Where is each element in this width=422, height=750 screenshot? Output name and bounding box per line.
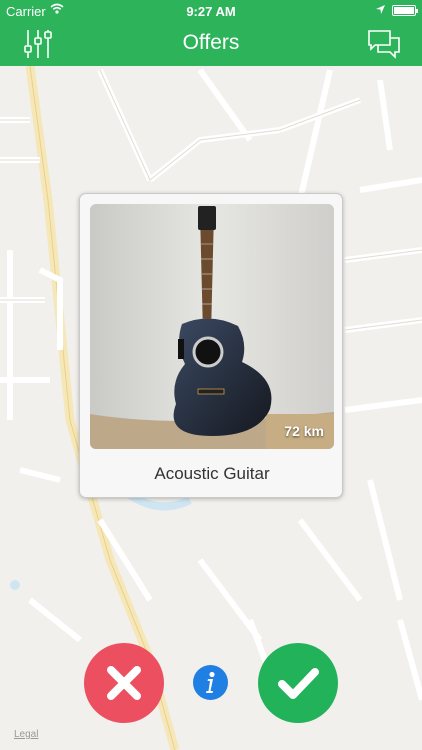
distance-badge: 72 km bbox=[284, 423, 324, 439]
guitar-photo bbox=[90, 204, 334, 449]
checkmark-icon bbox=[278, 668, 319, 699]
accept-button[interactable] bbox=[258, 643, 338, 723]
location-arrow-icon bbox=[375, 3, 386, 18]
battery-icon bbox=[392, 5, 418, 16]
reject-button[interactable] bbox=[84, 643, 164, 723]
offer-title: Acoustic Guitar bbox=[154, 464, 270, 483]
clock-label: 9:27 AM bbox=[186, 4, 236, 19]
navigation-bar: Offers bbox=[0, 22, 422, 66]
chat-bubbles-icon[interactable] bbox=[366, 28, 402, 60]
offer-card[interactable]: 72 km Acoustic Guitar bbox=[79, 193, 343, 498]
info-button[interactable] bbox=[193, 665, 228, 700]
legal-link[interactable]: Legal bbox=[14, 729, 38, 740]
page-title: Offers bbox=[182, 31, 240, 54]
offer-photo: 72 km bbox=[90, 204, 334, 449]
status-bar: Carrier 9:27 AM bbox=[0, 0, 422, 22]
close-icon bbox=[107, 666, 141, 700]
info-icon bbox=[206, 671, 215, 693]
